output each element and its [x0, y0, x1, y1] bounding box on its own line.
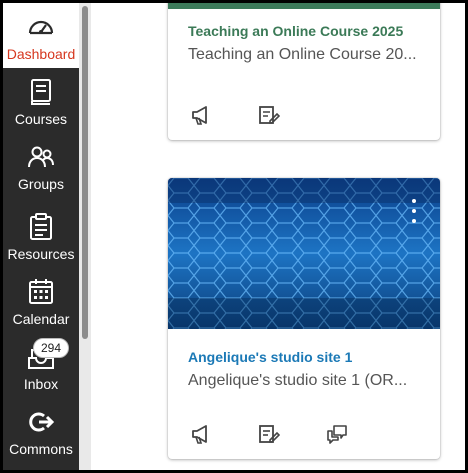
course-card[interactable]: Angelique's studio site 1 Angelique's st… — [168, 178, 440, 459]
inbox-unread-badge: 294 — [33, 338, 70, 358]
dashboard-icon — [28, 20, 54, 35]
nav-groups[interactable]: Groups — [3, 133, 79, 198]
nav-inbox-label: Inbox — [23, 376, 59, 392]
global-navigation: Dashboard Courses Groups Resources Calen… — [3, 3, 79, 470]
course-card-actions — [190, 104, 280, 126]
nav-resources[interactable]: Resources — [3, 198, 79, 268]
app-frame: Dashboard Courses Groups Resources Calen… — [3, 3, 465, 470]
nav-calendar-label: Calendar — [12, 311, 70, 327]
nav-dashboard-label: Dashboard — [6, 46, 76, 62]
groups-icon — [28, 146, 54, 168]
nav-resources-label: Resources — [7, 246, 75, 262]
nav-courses-label: Courses — [14, 111, 68, 127]
nav-courses[interactable]: Courses — [3, 68, 79, 133]
course-card-title[interactable]: Angelique's studio site 1 — [188, 348, 420, 366]
nav-dashboard[interactable]: Dashboard — [3, 3, 79, 68]
kebab-menu-icon[interactable] — [410, 199, 418, 223]
course-card-actions — [190, 423, 348, 445]
course-card-hero[interactable] — [168, 178, 440, 329]
calendar-icon — [29, 279, 53, 304]
nav-scrollbar[interactable] — [79, 3, 91, 470]
megaphone-icon[interactable] — [190, 423, 212, 445]
course-card-subtitle: Teaching an Online Course 20... — [188, 46, 417, 63]
assignment-edit-icon[interactable] — [258, 423, 280, 445]
megaphone-icon[interactable] — [190, 104, 212, 126]
course-card-hero[interactable] — [168, 3, 440, 9]
discussion-icon[interactable] — [326, 423, 348, 445]
nav-commons-label: Commons — [9, 441, 73, 457]
book-icon — [31, 79, 51, 105]
nav-groups-label: Groups — [18, 176, 64, 192]
course-card-subtitle: Angelique's studio site 1 (OR... — [188, 372, 408, 389]
course-card-title[interactable]: Teaching an Online Course 2025 — [188, 22, 420, 40]
nav-commons[interactable]: Commons — [3, 398, 79, 463]
clipboard-icon — [30, 213, 52, 240]
dashboard-content: Teaching an Online Course 2025 Teaching … — [91, 3, 465, 470]
commons-icon — [29, 412, 55, 432]
scrollbar-thumb[interactable] — [82, 6, 88, 339]
assignment-edit-icon[interactable] — [258, 104, 280, 126]
course-card[interactable]: Teaching an Online Course 2025 Teaching … — [168, 3, 440, 140]
nav-calendar[interactable]: Calendar — [3, 268, 79, 333]
nav-inbox[interactable]: 294 Inbox — [3, 333, 79, 398]
